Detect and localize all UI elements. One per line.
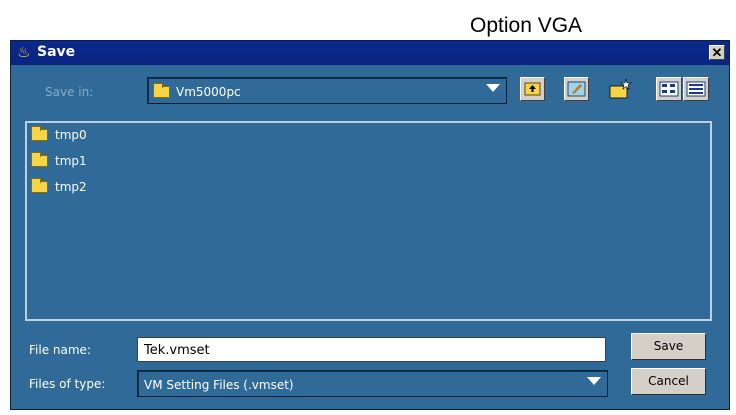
java-cup-icon: ♨ <box>17 44 31 61</box>
chevron-down-icon <box>486 84 500 92</box>
cancel-button[interactable]: Cancel <box>631 368 706 395</box>
file-type-value: VM Setting Files (.vmset) <box>144 378 294 392</box>
folder-icon <box>31 126 48 141</box>
save-in-combo[interactable]: Vm5000pc <box>147 77 507 104</box>
save-in-label: Save in: <box>45 85 94 99</box>
file-type-combo[interactable]: VM Setting Files (.vmset) <box>137 370 608 397</box>
new-folder-button[interactable] <box>608 77 633 101</box>
file-item-name: tmp2 <box>55 180 87 194</box>
save-dialog: ♨ Save ✕ Save in: Vm5000pc tmp0 tmp1 tmp… <box>10 40 730 410</box>
save-button[interactable]: Save <box>631 333 706 360</box>
chevron-down-icon <box>587 377 601 385</box>
close-button[interactable]: ✕ <box>709 45 725 60</box>
file-name-input[interactable]: Tek.vmset <box>137 337 606 362</box>
file-list[interactable]: tmp0 tmp1 tmp2 <box>25 121 712 321</box>
save-in-value: Vm5000pc <box>176 85 241 99</box>
file-name-label: File name: <box>29 343 91 357</box>
title-bar[interactable]: ♨ Save ✕ <box>11 41 729 65</box>
details-view-icon <box>686 81 706 97</box>
list-view-button[interactable] <box>656 77 682 101</box>
file-item-name: tmp0 <box>55 128 87 142</box>
file-name-value: Tek.vmset <box>144 343 210 358</box>
window-title: Save <box>37 44 76 60</box>
caption-option-vga: Option VGA <box>470 14 583 37</box>
up-one-level-button[interactable] <box>520 77 545 101</box>
desktop-icon <box>567 81 586 97</box>
list-view-icon <box>659 81 679 97</box>
folder-icon <box>31 178 48 193</box>
folder-icon <box>31 152 48 167</box>
new-folder-icon <box>609 78 632 99</box>
up-one-level-icon <box>524 82 541 96</box>
file-item-name: tmp1 <box>55 154 87 168</box>
file-type-label: Files of type: <box>29 377 106 391</box>
desktop-button[interactable] <box>564 77 589 101</box>
details-view-button[interactable] <box>683 77 709 101</box>
folder-icon <box>153 83 170 98</box>
